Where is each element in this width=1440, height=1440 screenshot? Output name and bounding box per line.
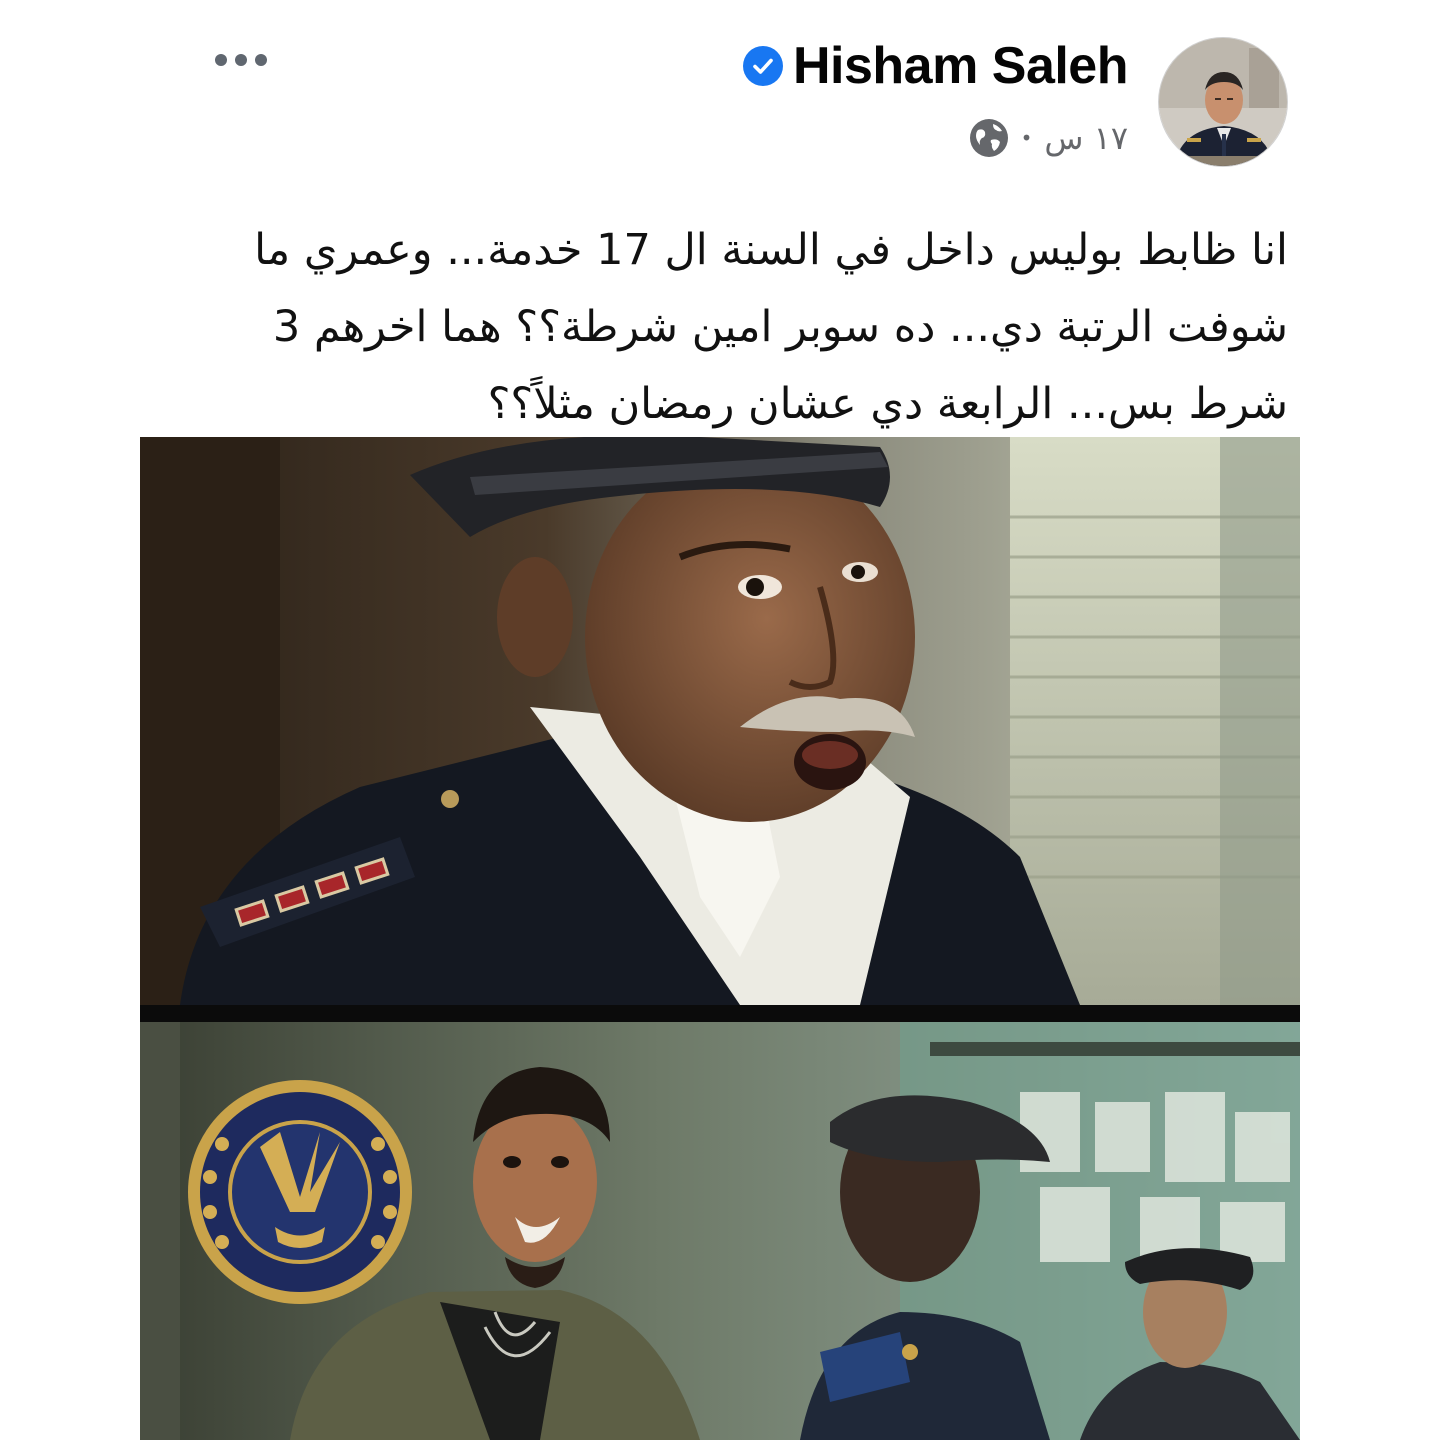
post-photo-bottom[interactable] (140, 1022, 1300, 1440)
post-text: انا ظابط بوليس داخل في السنة ال 17 خدمة.… (200, 212, 1288, 443)
author-avatar[interactable] (1158, 37, 1288, 167)
post-photo-top[interactable] (140, 437, 1300, 1005)
author-name[interactable]: Hisham Saleh (793, 36, 1129, 96)
post-meta: • ١٧ س (969, 118, 1128, 158)
police-station-photo (140, 1022, 1300, 1440)
photo-divider (140, 1005, 1300, 1022)
police-officer-photo (140, 437, 1300, 1005)
post-author: Hisham Saleh (742, 36, 1129, 96)
post-text-line: انا ظابط بوليس داخل في السنة ال 17 خدمة.… (254, 225, 1288, 275)
facebook-post: Hisham Saleh • ١٧ س انا ظابط بوليس داخل … (0, 0, 1440, 1440)
post-text-line: شرط بس... الرابعة دي عشان رمضان مثلاً؟؟ (487, 379, 1288, 429)
post-text-line: شوفت الرتبة دي... ده سوبر امين شرطة؟؟ هم… (272, 302, 1288, 352)
meta-separator: • (1020, 126, 1033, 150)
officer-avatar (1159, 38, 1287, 166)
verified-badge-icon (742, 46, 783, 86)
more-options-icon[interactable] (206, 40, 276, 80)
globe-icon (969, 119, 1008, 157)
post-timestamp[interactable]: ١٧ س (1044, 119, 1128, 157)
